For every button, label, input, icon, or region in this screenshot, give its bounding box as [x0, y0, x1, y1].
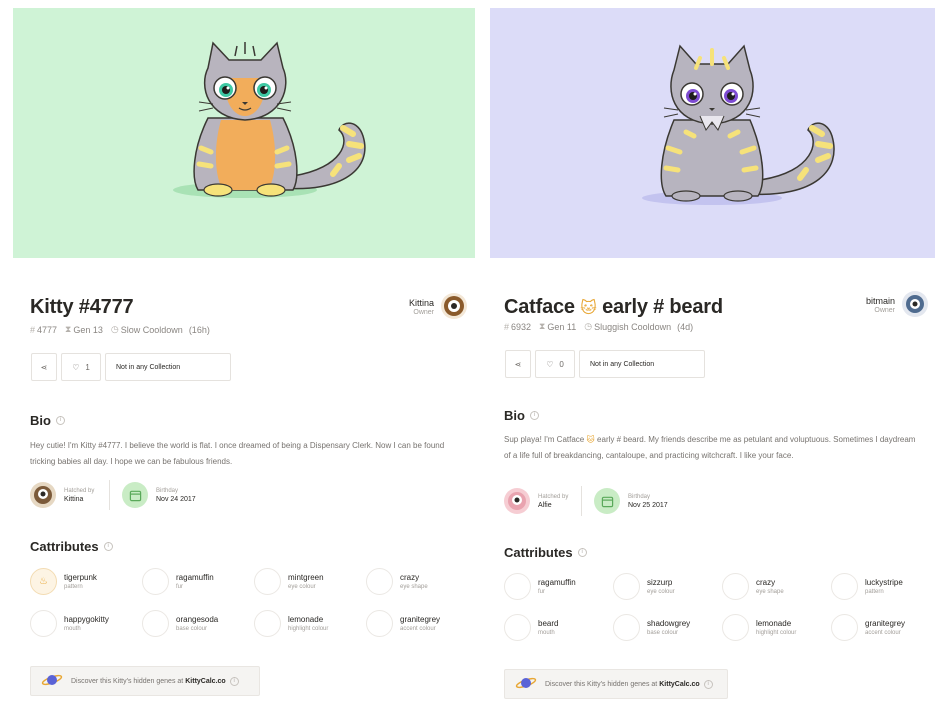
planet-icon — [41, 672, 63, 690]
info-icon[interactable]: i — [103, 542, 113, 551]
calendar-icon — [122, 482, 148, 508]
like-button[interactable]: ♡ 0 — [535, 350, 575, 378]
kitty-name: Kitty #4777 — [30, 296, 134, 318]
birthday-date: Nov 24 2017 — [156, 495, 196, 503]
clock-icon: ◷ — [110, 324, 119, 334]
hatcher-name[interactable]: Alfie — [538, 502, 568, 509]
owner-role: Owner — [874, 307, 895, 314]
cattribute-item[interactable]: crazy eye shape — [366, 568, 428, 595]
kitty-generation: ⧗ Gen 13 — [65, 324, 103, 335]
birthday: Birthday Nov 25 2017 — [594, 488, 668, 514]
share-icon: ⋖ — [40, 362, 48, 372]
kitty-card-left: Kitty #4777 #4777 ⧗ Gen 13 ◷ Slow Cooldown… — [0, 0, 480, 727]
owner-name[interactable]: Kittina — [409, 298, 434, 308]
kitty-generation: ⧗ Gen 11 — [539, 321, 577, 332]
cattribute-item[interactable]: ragamuffin fur — [504, 573, 576, 600]
kitty-name: Catface 🐱 early # beard — [504, 296, 723, 318]
cat-illustration — [642, 44, 835, 205]
kitty-id: #6932 — [504, 321, 532, 332]
like-count: 1 — [85, 362, 90, 372]
owner-role: Owner — [413, 309, 434, 316]
cattribute-item[interactable]: shadowgrey base colour — [613, 614, 690, 641]
bio-heading: Bio i — [504, 408, 539, 423]
share-button[interactable]: ⋖ — [31, 353, 57, 381]
like-count: 0 — [559, 359, 564, 369]
hash-icon: # — [30, 324, 36, 335]
bio-heading: Bio i — [30, 413, 65, 428]
hourglass-icon: ⧗ — [539, 321, 546, 331]
info-icon[interactable]: i — [577, 548, 587, 557]
kitty-cooldown: ◷ Slow Cooldown (16h) — [110, 324, 210, 335]
cattribute-item[interactable]: orangesoda base colour — [142, 610, 218, 637]
cat-emoji-icon: 🐱 — [586, 435, 595, 444]
info-icon[interactable]: i — [703, 679, 713, 689]
kitty-meta: #4777 ⧗ Gen 13 ◷ Slow Cooldown (16h) — [30, 324, 210, 335]
cattribute-item[interactable]: sizzurp eye colour — [613, 573, 675, 600]
cattribute-item[interactable]: beard mouth — [504, 614, 558, 641]
bio-text: Hey cutie! I'm Kitty #4777. I believe th… — [30, 441, 445, 466]
collection-dropdown[interactable]: Not in any Collection — [579, 350, 705, 378]
share-button[interactable]: ⋖ — [505, 350, 531, 378]
kitty-id: #4777 — [30, 324, 58, 335]
heart-icon: ♡ — [546, 359, 554, 369]
heart-icon: ♡ — [72, 362, 80, 372]
cattribute-item[interactable]: lemonade highlight colour — [254, 610, 328, 637]
kittycalc-link[interactable]: KittyCalc.co — [185, 678, 225, 685]
cattribute-item[interactable]: granitegrey accent colour — [831, 614, 905, 641]
owner-avatar[interactable] — [441, 293, 467, 319]
cattribute-item[interactable]: lemonade highlight colour — [722, 614, 796, 641]
kittycalc-banner[interactable]: Discover this Kitty's hidden genes at Kit… — [30, 666, 260, 696]
kitty-cooldown: ◷ Sluggish Cooldown (4d) — [584, 321, 694, 332]
cat-illustration — [173, 41, 366, 198]
calendar-icon — [594, 488, 620, 514]
like-button[interactable]: ♡ 1 — [61, 353, 101, 381]
divider — [109, 480, 110, 510]
info-icon[interactable]: i — [529, 411, 539, 420]
fire-icon: ♨ — [30, 568, 57, 595]
divider — [581, 486, 582, 516]
owner-info[interactable]: bitmain Owner — [866, 296, 895, 314]
cat-emoji-icon: 🐱 — [580, 300, 597, 317]
info-icon[interactable]: i — [55, 416, 65, 425]
cattributes-heading: Cattributes i — [30, 539, 113, 554]
kittycalc-banner[interactable]: Discover this Kitty's hidden genes at Kit… — [504, 669, 728, 699]
planet-icon — [515, 675, 537, 693]
hatcher-name[interactable]: Kittina — [64, 496, 94, 503]
cattribute-item[interactable]: happygokitty mouth — [30, 610, 109, 637]
cattribute-item[interactable]: ragamuffin fur — [142, 568, 214, 595]
bio-text: Sup playa! I'm Catface 🐱 early # beard. … — [504, 435, 916, 460]
share-icon: ⋖ — [514, 359, 522, 369]
hatched-by[interactable]: Hatched by Kittina — [30, 482, 94, 508]
info-icon[interactable]: i — [229, 676, 239, 686]
hatcher-avatar[interactable] — [504, 488, 530, 514]
hourglass-icon: ⧗ — [65, 324, 72, 334]
clock-icon: ◷ — [584, 321, 593, 331]
kitty-meta: #6932 ⧗ Gen 11 ◷ Sluggish Cooldown (4d) — [504, 321, 693, 332]
cattribute-item[interactable]: luckystripe pattern — [831, 573, 903, 600]
owner-avatar[interactable] — [902, 291, 928, 317]
hatcher-avatar[interactable] — [30, 482, 56, 508]
hash-icon: # — [504, 321, 510, 332]
cattribute-item[interactable]: crazy eye shape — [722, 573, 784, 600]
birthday-date: Nov 25 2017 — [628, 501, 668, 509]
owner-name[interactable]: bitmain — [866, 296, 895, 306]
cattribute-item[interactable]: mintgreen eye colour — [254, 568, 324, 595]
kitty-image — [490, 8, 935, 258]
birthday: Birthday Nov 24 2017 — [122, 482, 196, 508]
hatched-by[interactable]: Hatched by Alfie — [504, 488, 568, 514]
kittycalc-link[interactable]: KittyCalc.co — [659, 681, 699, 688]
owner-info[interactable]: Kittina Owner — [409, 298, 434, 316]
kitty-card-right: Catface 🐱 early # beard #6932 ⧗ Gen 11 ◷ S… — [488, 0, 947, 727]
kitty-image — [13, 8, 475, 258]
cattribute-item[interactable]: ♨ tigerpunk pattern — [30, 568, 97, 595]
cattributes-heading: Cattributes i — [504, 545, 587, 560]
cattribute-item[interactable]: granitegrey accent colour — [366, 610, 440, 637]
collection-dropdown[interactable]: Not in any Collection — [105, 353, 231, 381]
